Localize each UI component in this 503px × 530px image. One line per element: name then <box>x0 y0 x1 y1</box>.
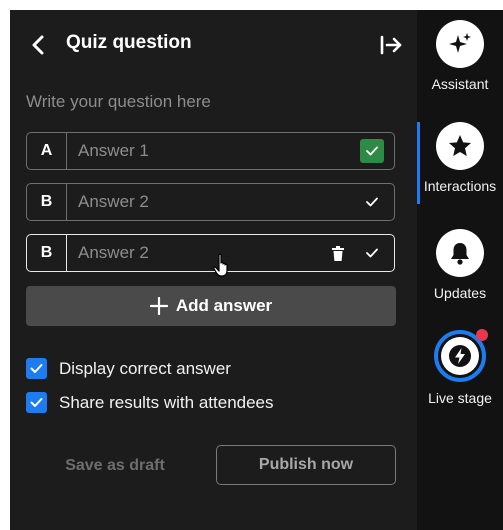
share-results-checkbox[interactable] <box>26 392 47 413</box>
check-icon <box>366 197 378 207</box>
answer-letter: B <box>27 184 67 220</box>
correct-answer-toggle[interactable] <box>360 190 384 214</box>
check-icon <box>366 248 378 258</box>
answer-row-a: A <box>26 132 395 170</box>
lightning-icon <box>449 345 471 367</box>
rail-item-assistant[interactable]: Assistant <box>417 20 503 92</box>
delete-answer-button[interactable] <box>330 244 346 262</box>
option-share-results: Share results with attendees <box>26 392 274 413</box>
page-title: Quiz question <box>66 32 192 53</box>
add-answer-button[interactable]: Add answer <box>26 286 396 326</box>
option-display-correct: Display correct answer <box>26 358 231 379</box>
rail-label: Assistant <box>431 76 489 92</box>
updates-button[interactable] <box>436 229 484 277</box>
interactions-button[interactable] <box>436 122 484 170</box>
plus-icon <box>149 297 168 315</box>
answer-input[interactable] <box>67 235 330 271</box>
question-input[interactable] <box>26 89 386 115</box>
rail-label: Updates <box>433 285 487 301</box>
check-icon <box>30 398 43 407</box>
check-icon <box>366 146 378 156</box>
star-icon <box>449 135 471 156</box>
add-answer-label: Add answer <box>175 296 273 315</box>
answer-letter: A <box>27 133 67 169</box>
hand-cursor-icon <box>213 253 228 277</box>
live-stage-inner <box>441 337 479 375</box>
notification-dot <box>476 329 488 341</box>
answer-row-b: B <box>26 183 395 221</box>
answer-input[interactable] <box>67 184 360 220</box>
display-correct-checkbox[interactable] <box>26 358 47 379</box>
sparkle-icon <box>449 33 471 53</box>
rail-item-live-stage[interactable]: Live stage <box>417 329 503 406</box>
answer-row-b-active: B <box>26 234 395 272</box>
bell-icon <box>451 243 469 265</box>
correct-answer-toggle[interactable] <box>360 241 384 265</box>
rail-item-updates[interactable]: Updates <box>417 229 503 301</box>
live-stage-button[interactable] <box>434 329 488 382</box>
collapse-panel-icon[interactable] <box>378 33 404 57</box>
option-label: Share results with attendees <box>59 392 274 412</box>
rail-label: Interactions <box>423 178 497 194</box>
check-icon <box>30 364 43 373</box>
answer-letter: B <box>27 235 67 271</box>
save-draft-button[interactable]: Save as draft <box>40 446 190 486</box>
assistant-button[interactable] <box>436 20 484 68</box>
correct-answer-toggle[interactable] <box>360 139 384 163</box>
publish-now-button[interactable]: Publish now <box>216 445 396 485</box>
rail-label: Live stage <box>428 390 492 406</box>
answer-input[interactable] <box>67 133 360 169</box>
rail-item-interactions[interactable]: Interactions <box>417 122 503 194</box>
trash-icon <box>332 245 344 261</box>
option-label: Display correct answer <box>59 358 231 378</box>
back-chevron-icon[interactable] <box>28 34 48 56</box>
